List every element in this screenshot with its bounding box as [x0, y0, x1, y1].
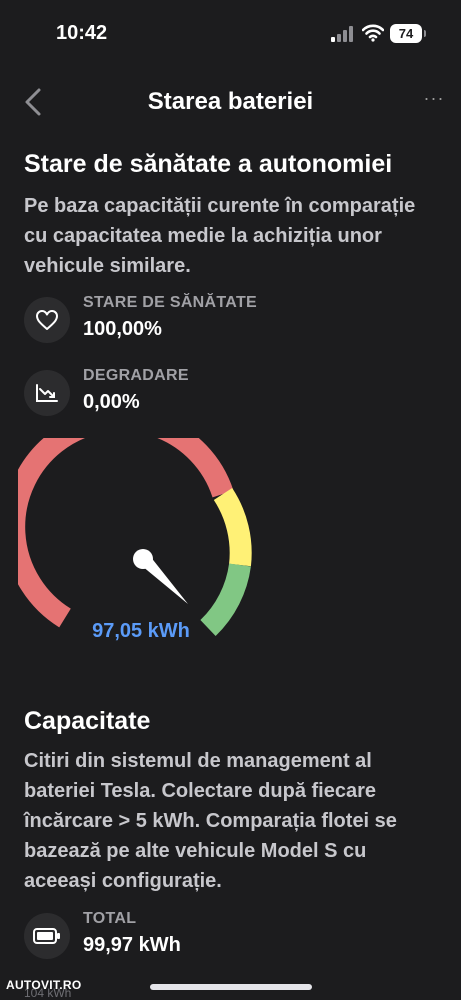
gauge-red-segment — [18, 438, 234, 628]
chart-down-icon — [24, 370, 70, 416]
health-value: 100,00% — [83, 318, 162, 340]
gauge-needle — [136, 551, 188, 604]
health-metric: STARE DE SĂNĂTATE 100,00% — [24, 294, 424, 350]
health-section-title: Stare de sănătate a autonomiei — [24, 150, 393, 178]
total-label: TOTAL — [83, 910, 137, 927]
total-value: 99,97 kWh — [83, 934, 181, 956]
degradation-value: 0,00% — [83, 391, 140, 413]
status-bar: 10:42 74 — [0, 0, 461, 70]
health-description: Pe baza capacității curente în comparați… — [24, 195, 416, 277]
cellular-signal-icon — [331, 26, 353, 42]
page-title: Starea bateriei — [147, 88, 314, 115]
navigation-bar: Starea bateriei ··· — [0, 78, 461, 128]
battery-gauge — [18, 438, 252, 636]
more-options-icon[interactable]: ··· — [418, 88, 450, 112]
capacity-section-title: Capacitate — [24, 707, 151, 735]
heart-icon — [24, 297, 70, 343]
battery-level-badge: 74 — [390, 24, 426, 43]
status-time: 10:42 — [56, 22, 108, 44]
degradation-metric: DEGRADARE 0,00% — [24, 367, 424, 423]
capacity-description: Citiri din sistemul de management al bat… — [24, 750, 397, 892]
battery-icon — [24, 913, 70, 959]
gauge-value: 97,05 kWh — [92, 620, 190, 642]
degradation-label: DEGRADARE — [83, 367, 189, 384]
home-indicator[interactable] — [150, 984, 312, 990]
total-capacity-metric: TOTAL 99,97 kWh — [24, 910, 424, 966]
watermark: AUTOVIT.RO — [6, 978, 82, 992]
wifi-icon — [362, 24, 384, 42]
health-label: STARE DE SĂNĂTATE — [83, 294, 257, 311]
gauge-yellow-segment — [213, 487, 252, 567]
gauge-green-segment — [200, 563, 251, 636]
